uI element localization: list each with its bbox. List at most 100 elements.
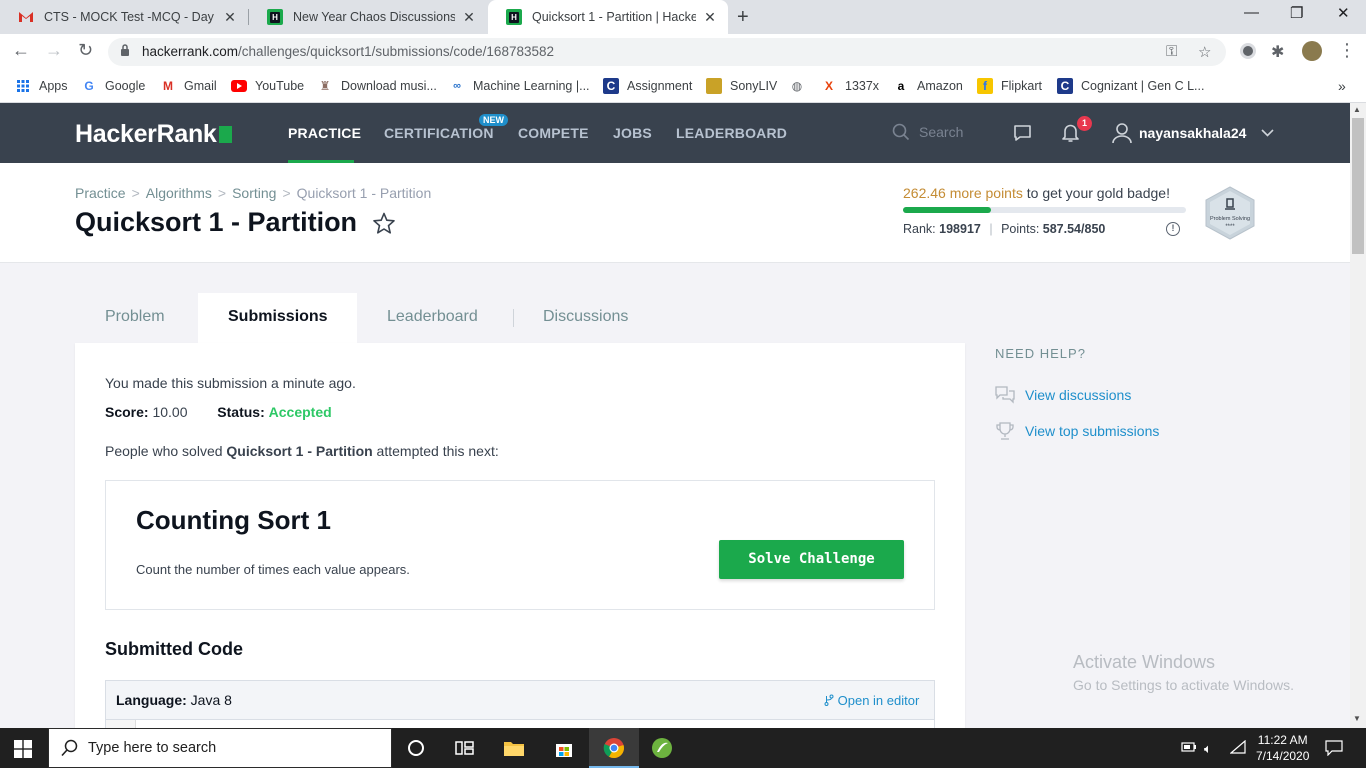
bookmark-label: SonyLIV: [730, 79, 778, 93]
search-icon: [61, 739, 78, 757]
back-icon[interactable]: ←: [12, 40, 30, 61]
nav-practice[interactable]: PRACTICE: [288, 125, 361, 141]
problem-solving-badge[interactable]: Problem Solving ****: [1203, 185, 1257, 241]
submission-time: You made this submission a minute ago.: [105, 375, 356, 391]
breadcrumb: Practice > Algorithms > Sorting > Quicksort 1 …: [75, 185, 432, 201]
bookmark-amazon[interactable]: a Amazon: [893, 78, 963, 94]
tab-problem[interactable]: Problem: [105, 308, 165, 326]
extension-icon[interactable]: [1240, 43, 1256, 59]
action-center-icon[interactable]: [1325, 740, 1343, 756]
activate-windows-title: Activate Windows: [1073, 652, 1216, 672]
file-explorer-icon[interactable]: [503, 737, 525, 759]
close-tab-icon[interactable]: ✕: [702, 9, 718, 26]
challenge-header: Practice > Algorithms > Sorting > Quicksort 1 …: [0, 163, 1350, 263]
address-bar[interactable]: hackerrank.com/challenges/quicksort1/sub…: [108, 38, 1226, 66]
taskbar-clock[interactable]: 11:22 AM 7/14/2020: [1256, 732, 1309, 764]
profile-avatar[interactable]: [1302, 41, 1322, 61]
bookmark-sonyliv[interactable]: SonyLIV: [706, 78, 777, 94]
battery-icon[interactable]: [1181, 741, 1197, 753]
browser-tab-new-year-chaos[interactable]: H New Year Chaos Discussions | Alg ✕: [249, 0, 487, 34]
bookmark-star-icon[interactable]: ☆: [1198, 43, 1211, 61]
bookmark-label: Amazon: [917, 79, 963, 93]
browser-tab-gmail[interactable]: CTS - MOCK Test -MCQ - Day 1-T ✕: [0, 0, 248, 34]
trophy-icon: [996, 422, 1014, 440]
bookmark-google[interactable]: G Google: [81, 78, 145, 94]
minimize-icon[interactable]: —: [1244, 4, 1259, 21]
close-tab-icon[interactable]: ✕: [222, 9, 238, 26]
bookmark-label: 1337x: [845, 79, 880, 93]
close-window-icon[interactable]: ✕: [1337, 4, 1350, 22]
view-discussions-link[interactable]: View discussions: [995, 386, 1131, 404]
scroll-down-icon[interactable]: ▼: [1353, 714, 1361, 723]
bookmark-flipkart[interactable]: f Flipkart: [977, 78, 1042, 94]
messages-icon[interactable]: [1013, 124, 1032, 142]
bookmark-youtube[interactable]: YouTube: [231, 78, 304, 94]
more-bookmarks-icon[interactable]: »: [1338, 78, 1346, 94]
new-tab-icon[interactable]: +: [737, 6, 749, 29]
code-viewer[interactable]: [105, 720, 935, 728]
chrome-menu-icon[interactable]: ⋮: [1338, 40, 1356, 61]
bookmark-1337x[interactable]: X 1337x: [821, 78, 879, 94]
solve-challenge-button[interactable]: Solve Challenge: [719, 540, 904, 579]
bookmark-assignment[interactable]: C Assignment: [603, 78, 692, 94]
tab-submissions[interactable]: Submissions: [228, 308, 328, 326]
username[interactable]: nayansakhala24: [1139, 125, 1246, 141]
user-icon[interactable]: [1112, 122, 1132, 144]
bookmark-globe[interactable]: ◍: [789, 78, 813, 94]
puzzle-extensions-icon[interactable]: ✱: [1271, 42, 1284, 62]
forward-icon[interactable]: →: [45, 40, 63, 61]
chrome-icon[interactable]: [603, 737, 625, 759]
open-in-editor-link[interactable]: Open in editor: [824, 693, 919, 708]
nav-compete[interactable]: COMPETE: [518, 125, 589, 141]
volume-icon[interactable]: 🔈︎: [1204, 741, 1212, 757]
cortana-icon[interactable]: [405, 737, 427, 759]
restore-icon[interactable]: ❐: [1290, 4, 1303, 22]
tab-discussions[interactable]: Discussions: [543, 308, 628, 326]
key-icon[interactable]: ⚿: [1166, 43, 1177, 60]
close-tab-icon[interactable]: ✕: [461, 9, 477, 26]
breadcrumb-practice[interactable]: Practice: [75, 185, 126, 201]
browser-tab-strip: CTS - MOCK Test -MCQ - Day 1-T ✕ H New Y…: [0, 0, 1366, 34]
hackerrank-icon: H: [506, 9, 522, 25]
breadcrumb-algorithms[interactable]: Algorithms: [146, 185, 212, 201]
nav-jobs[interactable]: JOBS: [613, 125, 652, 141]
gmail-icon: M: [163, 79, 173, 93]
need-help-heading: NEED HELP?: [995, 346, 1086, 361]
next-challenge-title[interactable]: Counting Sort 1: [136, 505, 331, 536]
task-view-icon[interactable]: [453, 737, 475, 759]
bookmark-star-icon[interactable]: [372, 212, 396, 235]
chevron-down-icon[interactable]: [1261, 129, 1274, 137]
hr-search[interactable]: Search: [892, 123, 963, 141]
new-badge: NEW: [479, 114, 508, 126]
bookmark-download-music[interactable]: ♜ Download musi...: [317, 78, 437, 94]
tab-title: New Year Chaos Discussions | Alg: [293, 10, 455, 24]
bookmark-label: Flipkart: [1001, 79, 1042, 93]
people-also-attempted: People who solved Quicksort 1 - Partitio…: [105, 443, 499, 459]
scroll-up-icon[interactable]: ▲: [1353, 105, 1361, 114]
status-badge: Accepted: [268, 404, 332, 420]
nav-leaderboard[interactable]: LEADERBOARD: [676, 125, 787, 141]
reload-icon[interactable]: ↻: [78, 40, 93, 61]
scrollbar-thumb[interactable]: [1352, 118, 1364, 254]
bookmark-apps[interactable]: Apps: [15, 78, 68, 94]
spring-tool-icon[interactable]: [651, 737, 673, 759]
bookmarks-bar: Apps G Google M Gmail YouTube ♜ Download mu…: [0, 70, 1366, 103]
code-gutter: [106, 720, 136, 728]
view-top-submissions-link[interactable]: View top submissions: [995, 422, 1159, 440]
bookmark-machine-learning[interactable]: ∞ Machine Learning |...: [449, 78, 589, 94]
microsoft-store-icon[interactable]: [553, 737, 575, 759]
bookmark-label: Google: [105, 79, 146, 93]
hackerrank-logo[interactable]: HackerRank: [75, 120, 232, 149]
search-icon: [892, 123, 910, 141]
tab-leaderboard[interactable]: Leaderboard: [387, 308, 478, 326]
nav-certification[interactable]: CERTIFICATION: [384, 125, 494, 141]
info-icon[interactable]: !: [1166, 222, 1180, 236]
wifi-icon[interactable]: [1230, 740, 1246, 754]
bookmark-cognizant[interactable]: C Cognizant | Gen C L...: [1057, 78, 1204, 94]
windows-start-icon[interactable]: [14, 740, 32, 758]
rank-value: 198917: [939, 222, 981, 236]
browser-tab-quicksort[interactable]: H Quicksort 1 - Partition | HackerRa ✕: [488, 0, 728, 34]
breadcrumb-sorting[interactable]: Sorting: [232, 185, 276, 201]
bookmark-gmail[interactable]: M Gmail: [160, 78, 217, 94]
google-icon: G: [84, 79, 94, 93]
